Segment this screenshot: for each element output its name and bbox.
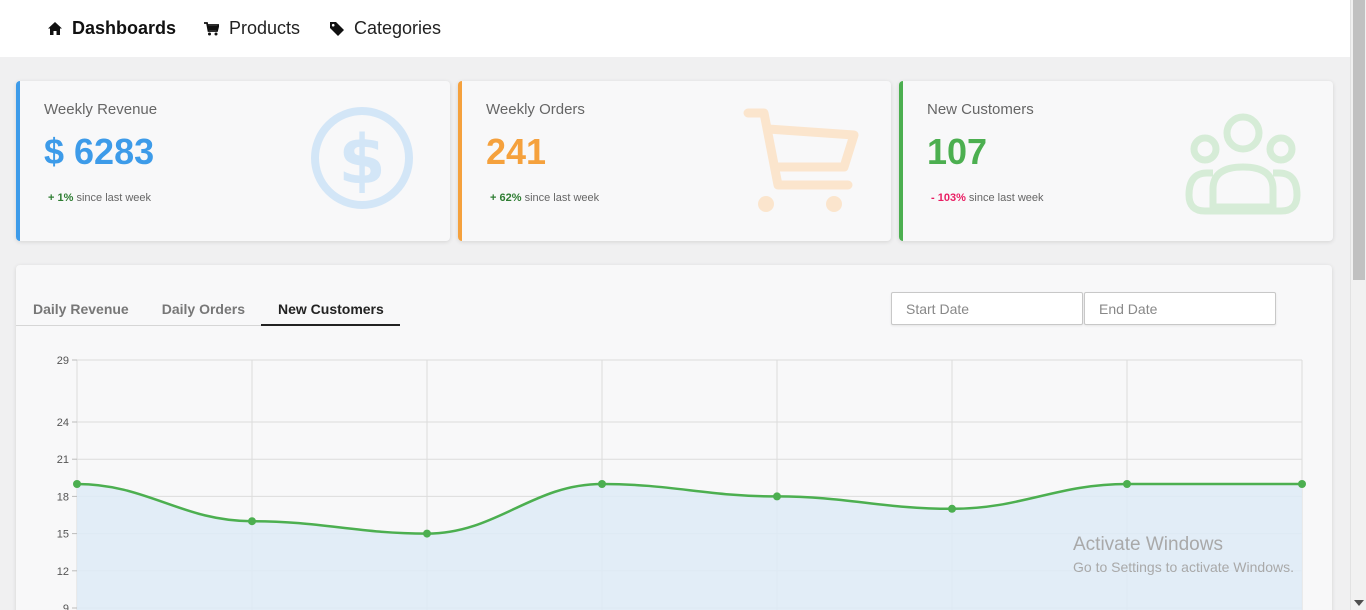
nav-dashboards[interactable]: Dashboards	[48, 0, 176, 57]
card-title: Weekly Orders	[486, 101, 585, 118]
activate-windows-title: Activate Windows	[1073, 534, 1223, 555]
scroll-down-icon[interactable]	[1354, 600, 1364, 606]
data-point[interactable]	[1123, 480, 1131, 488]
scrollbar-thumb[interactable]	[1353, 0, 1365, 280]
y-tick-label: 9	[63, 603, 69, 610]
y-tick-label: 18	[57, 491, 69, 503]
card-accent-bar	[899, 81, 903, 241]
card-accent-bar	[458, 81, 462, 241]
nav-categories[interactable]: Categories	[330, 0, 441, 57]
data-point[interactable]	[1298, 480, 1306, 488]
tab-daily-orders[interactable]: Daily Orders	[145, 293, 261, 326]
data-point[interactable]	[248, 517, 256, 526]
home-icon	[48, 22, 62, 35]
nav-label: Dashboards	[72, 18, 177, 38]
card-delta: + 1% since last week	[48, 192, 151, 204]
new-customers-card: New Customers 107 - 103% since last week	[899, 81, 1333, 241]
y-tick-label: 24	[57, 417, 69, 429]
delta-text: since last week	[524, 192, 600, 204]
card-value: 241	[486, 131, 547, 172]
nav-label: Categories	[354, 18, 442, 38]
weekly-orders-card: Weekly Orders 241 + 62% since last week	[458, 81, 891, 241]
top-navbar: Dashboards Products Categories	[0, 0, 1350, 57]
data-point[interactable]	[773, 492, 781, 501]
chart-tabs: Daily Revenue Daily Orders New Customers	[16, 293, 400, 326]
y-tick-label: 21	[57, 454, 69, 466]
card-accent-bar	[16, 81, 20, 241]
y-tick-label: 29	[57, 355, 69, 367]
delta-percent: + 62%	[490, 192, 522, 204]
tab-new-customers[interactable]: New Customers	[260, 293, 400, 326]
nav-label: Products	[229, 18, 301, 38]
data-point[interactable]	[598, 480, 606, 488]
delta-text: since last week	[968, 192, 1044, 204]
nav-products[interactable]: Products	[204, 0, 300, 57]
delta-text: since last week	[76, 192, 152, 204]
start-date-input[interactable]	[891, 292, 1083, 325]
shopping-cart-icon	[742, 105, 862, 220]
tab-daily-revenue[interactable]: Daily Revenue	[16, 293, 145, 326]
delta-percent: + 1%	[48, 192, 74, 204]
vertical-scrollbar[interactable]	[1350, 0, 1366, 610]
data-point[interactable]	[948, 504, 956, 513]
tag-icon	[330, 21, 344, 36]
y-tick-label: 15	[57, 529, 69, 541]
card-delta: + 62% since last week	[490, 192, 599, 204]
cart-icon	[204, 21, 219, 36]
weekly-revenue-card: Weekly Revenue $ 6283 + 1% since last we…	[16, 81, 450, 241]
y-tick-label: 12	[57, 566, 69, 578]
users-group-icon	[1185, 111, 1301, 220]
card-delta: - 103% since last week	[931, 192, 1044, 204]
svg-text:$: $	[338, 121, 385, 200]
card-value: 107	[927, 131, 988, 172]
end-date-input[interactable]	[1084, 292, 1276, 325]
card-value: $ 6283	[44, 131, 155, 172]
delta-percent: - 103%	[931, 192, 966, 204]
data-point[interactable]	[423, 529, 431, 538]
data-point[interactable]	[73, 480, 81, 488]
activate-windows-subtitle: Go to Settings to activate Windows.	[1073, 559, 1294, 575]
dollar-icon: $	[309, 105, 415, 216]
card-title: Weekly Revenue	[44, 101, 158, 118]
card-title: New Customers	[927, 101, 1034, 118]
